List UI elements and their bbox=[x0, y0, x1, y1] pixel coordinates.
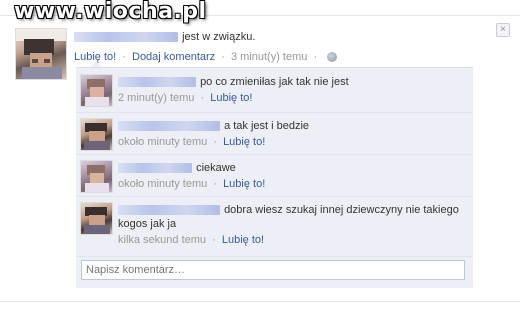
comment-meta: 2 minut(y) temu · Lubię to! bbox=[118, 91, 468, 105]
comment-time[interactable]: około minuty temu bbox=[118, 178, 207, 190]
blurred-commenter-name[interactable] bbox=[118, 205, 220, 216]
divider-bottom bbox=[0, 301, 520, 302]
comment-item: po co zmieniłas jak tak nie jest 2 minut… bbox=[76, 68, 473, 113]
story-text: jest w związku. bbox=[74, 31, 255, 43]
blurred-commenter-name[interactable] bbox=[118, 163, 192, 174]
story-comment-link[interactable]: Dodaj komentarz bbox=[132, 51, 215, 63]
separator: · bbox=[122, 51, 126, 63]
separator: · bbox=[200, 92, 205, 104]
separator: · bbox=[313, 51, 318, 63]
separator: · bbox=[221, 51, 225, 63]
story-author-avatar[interactable] bbox=[15, 28, 67, 80]
comment-time[interactable]: około minuty temu bbox=[118, 136, 207, 148]
comment-text: a tak jest i bedzie bbox=[224, 120, 310, 132]
comments-list: po co zmieniłas jak tak nie jest 2 minut… bbox=[76, 67, 473, 288]
blurred-commenter-name[interactable] bbox=[118, 121, 220, 132]
comment-body: a tak jest i bedzie około minuty temu · … bbox=[118, 119, 468, 149]
story-timestamp[interactable]: 3 minut(y) temu bbox=[231, 51, 307, 63]
comment-text: po co zmieniłas jak tak nie jest bbox=[200, 76, 349, 88]
blurred-author-name[interactable] bbox=[74, 32, 178, 43]
comment-meta: kilka sekund temu · Lubię to! bbox=[118, 233, 468, 247]
comment-item: a tak jest i bedzie około minuty temu · … bbox=[76, 112, 473, 155]
commenter-avatar[interactable] bbox=[80, 118, 113, 151]
commenter-avatar[interactable] bbox=[80, 160, 113, 193]
comment-input[interactable] bbox=[81, 260, 465, 280]
separator: · bbox=[213, 136, 217, 148]
close-icon[interactable]: × bbox=[496, 23, 510, 37]
story-status: jest w związku. bbox=[182, 31, 256, 43]
comment-body: ciekawe około minuty temu · Lubię to! bbox=[118, 161, 468, 191]
comment-like-link[interactable]: Lubię to! bbox=[223, 136, 265, 148]
commenter-avatar[interactable] bbox=[80, 74, 113, 107]
comment-meta: około minuty temu · Lubię to! bbox=[118, 177, 468, 191]
separator: · bbox=[213, 178, 217, 190]
comment-time[interactable]: kilka sekund temu bbox=[118, 234, 206, 246]
comment-item: dobra wiesz szukaj innej dziewczyny nie … bbox=[76, 196, 473, 257]
comment-time[interactable]: 2 minut(y) temu bbox=[118, 92, 194, 104]
comment-meta: około minuty temu · Lubię to! bbox=[118, 135, 468, 149]
globe-icon[interactable] bbox=[327, 52, 338, 63]
comment-like-link[interactable]: Lubię to! bbox=[210, 92, 252, 104]
comment-like-link[interactable]: Lubię to! bbox=[223, 178, 265, 190]
comment-item: ciekawe około minuty temu · Lubię to! bbox=[76, 154, 473, 197]
comment-like-link[interactable]: Lubię to! bbox=[222, 234, 264, 246]
blurred-commenter-name[interactable] bbox=[118, 77, 196, 88]
story-actions: Lubię to! · Dodaj komentarz · 3 minut(y)… bbox=[74, 51, 338, 63]
comment-body: dobra wiesz szukaj innej dziewczyny nie … bbox=[118, 203, 468, 247]
separator: · bbox=[212, 234, 216, 246]
comment-body: po co zmieniłas jak tak nie jest 2 minut… bbox=[118, 75, 468, 105]
comment-text: ciekawe bbox=[196, 162, 236, 174]
commenter-avatar[interactable] bbox=[80, 202, 113, 235]
site-watermark: www.wiocha.pl bbox=[14, 0, 207, 24]
